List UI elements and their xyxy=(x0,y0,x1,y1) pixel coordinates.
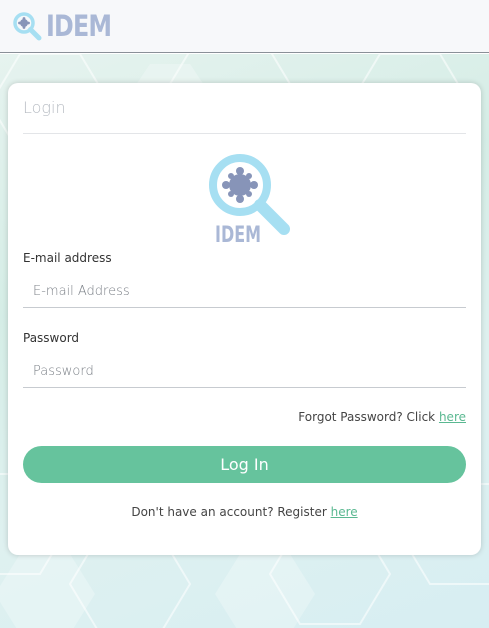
card-title: Login xyxy=(23,98,66,117)
idem-logo: IDEM xyxy=(209,154,290,245)
email-input[interactable] xyxy=(23,276,466,308)
brand-name: IDEM xyxy=(46,9,112,43)
forgot-password-prefix: Forgot Password? Click xyxy=(298,410,439,424)
password-label: Password xyxy=(23,331,80,345)
divider xyxy=(23,133,466,134)
forgot-password-link[interactable]: here xyxy=(439,410,466,424)
login-button[interactable]: Log In xyxy=(23,446,466,483)
email-label: E-mail address xyxy=(23,251,112,265)
password-input[interactable] xyxy=(23,356,466,388)
magnifier-logo-icon xyxy=(13,12,42,41)
logo-text: IDEM xyxy=(215,223,261,245)
login-card: Login IDEM E-mail address Password Forgo… xyxy=(8,83,481,555)
brand-logo[interactable]: IDEM xyxy=(12,9,126,43)
top-navbar: IDEM xyxy=(0,0,489,53)
register-link[interactable]: here xyxy=(331,505,358,519)
register-prefix: Don't have an account? Register xyxy=(131,505,331,519)
register-text: Don't have an account? Register here xyxy=(8,505,481,519)
forgot-password-text: Forgot Password? Click here xyxy=(298,410,466,424)
